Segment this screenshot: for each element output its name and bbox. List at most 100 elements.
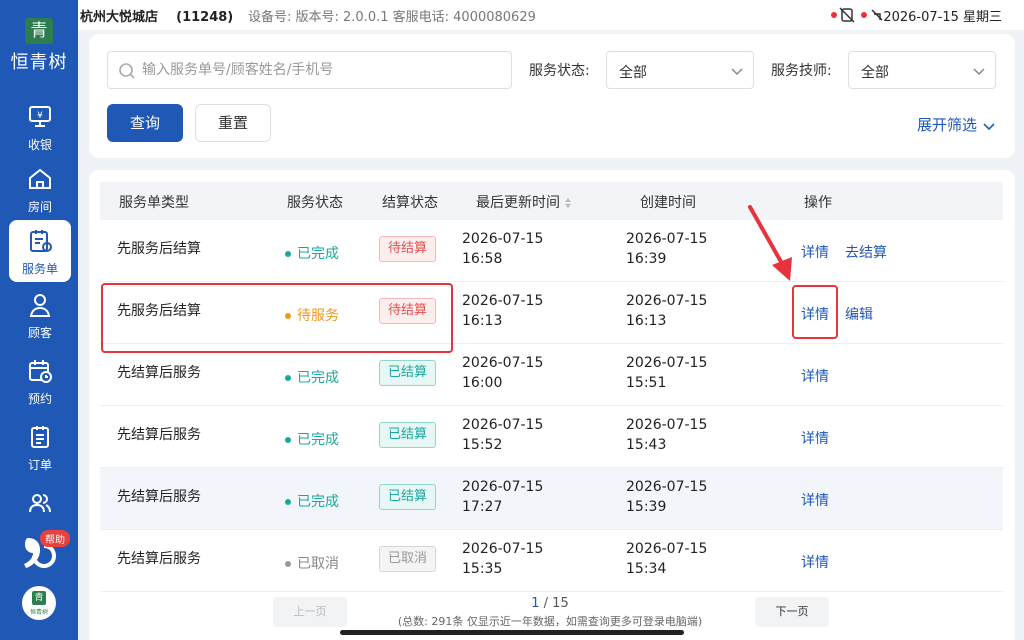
edit-link[interactable]: 编辑 (845, 304, 873, 324)
row-updated-time: 2026-07-15 16:13 (462, 293, 544, 329)
table-row: 先结算后服务 已完成 已结算 2026-07-15 16:00 2026-07-15 15:… (100, 344, 1003, 406)
service-order-icon (30, 230, 52, 252)
avatar-text: 恒青树 (29, 609, 48, 616)
row-type: 先结算后服务 (117, 551, 201, 567)
row-created-time: 2026-07-15 16:39 (626, 231, 708, 267)
search-box[interactable] (107, 51, 512, 89)
row-type: 先结算后服务 (117, 427, 201, 443)
home-indicator (340, 630, 684, 635)
status-dot (285, 561, 291, 567)
header-settle-status: 结算状态 (382, 195, 438, 211)
row-service-status: 已取消 (285, 553, 339, 573)
row-updated-time: 2026-07-15 15:52 (462, 417, 544, 453)
status-dot (285, 437, 291, 443)
detail-link[interactable]: 详情 (801, 428, 829, 448)
chevron-down-icon (973, 68, 985, 76)
brand-logo: 青 恒青树 (0, 0, 78, 90)
store-name: 杭州大悦城店 (11248) (80, 10, 234, 25)
header-service-status: 服务状态 (287, 195, 343, 211)
cash-register-icon: ¥ (29, 106, 51, 127)
highlight-row-box (101, 283, 453, 353)
users-icon (29, 494, 51, 513)
order-list-icon (31, 426, 49, 448)
settle-link[interactable]: 去结算 (845, 242, 887, 262)
filter-panel: 服务状态: 全部 服务技师: 全部 查询 重置 展开筛选 (89, 34, 1015, 158)
svg-text:¥: ¥ (37, 111, 43, 121)
sidebar-item-appointment[interactable]: 预约 (9, 350, 71, 412)
avatar[interactable]: 青 恒青树 (22, 586, 56, 620)
annotation-arrow-icon (748, 205, 792, 281)
row-created-time: 2026-07-15 15:39 (626, 479, 708, 515)
service-status-label: 服务状态: (529, 63, 590, 79)
status-icons (831, 7, 883, 23)
detail-link[interactable]: 详情 (801, 242, 829, 262)
row-created-time: 2026-07-15 15:51 (626, 355, 708, 391)
table-row: 先结算后服务 已取消 已取消 2026-07-15 15:35 2026-07-15 15:… (100, 530, 1003, 592)
current-page: 1 (531, 596, 540, 611)
settle-status-badge: 已结算 (379, 422, 437, 448)
sidebar-item-orders[interactable]: 订单 (9, 416, 71, 478)
chevron-down-icon (983, 122, 995, 130)
row-updated-time: 2026-07-15 16:58 (462, 231, 544, 267)
status-dot (285, 251, 291, 257)
row-type: 先服务后结算 (117, 241, 201, 257)
current-datetime: 2026-07-15 星期三 (883, 10, 1002, 25)
sidebar-item-customer[interactable]: 顾客 (9, 284, 71, 346)
service-status-select[interactable]: 全部 (606, 51, 754, 89)
row-updated-time: 2026-07-15 15:35 (462, 541, 544, 577)
technician-select[interactable]: 全部 (848, 51, 996, 89)
table-row: 先服务后结算 已完成 待结算 2026-07-15 16:58 2026-07-15 16:… (100, 220, 1003, 282)
settle-status-badge: 已结算 (379, 360, 437, 386)
row-service-status: 已完成 (285, 367, 339, 387)
service-order-table: 服务单类型 服务状态 结算状态 最后更新时间 创建时间 操作 先服务后结算 已完成… (89, 170, 1015, 640)
house-icon (29, 168, 51, 189)
store-code: (11248) (176, 10, 234, 25)
row-service-status: 已完成 (285, 491, 339, 511)
sidebar-item-service-order[interactable]: 服务单 (9, 220, 71, 282)
expand-filter-toggle[interactable]: 展开筛选 (917, 114, 995, 135)
highlight-detail-box (792, 285, 838, 339)
pagination-info: 1 / 15 (总数: 291条 仅显示近一年数据，如需查询更多可登录电脑端) (380, 596, 720, 629)
search-icon (119, 63, 135, 79)
row-created-time: 2026-07-15 15:34 (626, 541, 708, 577)
detail-link[interactable]: 详情 (801, 552, 829, 572)
user-icon (29, 294, 51, 317)
sidebar-item-cashier[interactable]: ¥ 收银 (9, 96, 71, 158)
next-page-button[interactable]: 下一页 (755, 597, 829, 627)
sidebar-item-room[interactable]: 房间 (9, 158, 71, 220)
row-type: 先结算后服务 (117, 365, 201, 381)
settle-status-badge: 已取消 (379, 546, 437, 572)
top-status-bar: 杭州大悦城店 (11248) 设备号: 版本号: 2.0.0.1 客服电话: 4… (78, 0, 1024, 30)
search-input[interactable] (142, 52, 502, 88)
total-summary: (总数: 291条 仅显示近一年数据，如需查询更多可登录电脑端) (397, 615, 703, 628)
table-header: 服务单类型 服务状态 结算状态 最后更新时间 创建时间 操作 (100, 182, 1003, 220)
logo-text: 恒青树 (10, 52, 68, 73)
detail-link[interactable]: 详情 (801, 366, 829, 386)
status-dot (285, 499, 291, 505)
settle-status-badge: 已结算 (379, 484, 437, 510)
table-row: 先结算后服务 已完成 已结算 2026-07-15 15:52 2026-07-15 15:… (100, 406, 1003, 468)
logo-mark: 青 (25, 18, 53, 44)
technician-label: 服务技师: (771, 63, 832, 79)
help-badge[interactable]: 帮助 (40, 530, 70, 547)
query-button[interactable]: 查询 (107, 104, 183, 142)
row-updated-time: 2026-07-15 17:27 (462, 479, 544, 515)
table-row: 先结算后服务 已完成 已结算 2026-07-15 17:27 2026-07-15 15:… (100, 468, 1003, 530)
row-type: 先结算后服务 (117, 489, 201, 505)
chevron-down-icon (731, 68, 743, 76)
row-updated-time: 2026-07-15 16:00 (462, 355, 544, 391)
header-created-time: 创建时间 (640, 195, 696, 211)
row-service-status: 已完成 (285, 429, 339, 449)
reset-button[interactable]: 重置 (195, 104, 271, 142)
settle-status-badge: 待结算 (379, 236, 437, 262)
prev-page-button[interactable]: 上一页 (273, 597, 347, 627)
calendar-clock-icon (29, 360, 52, 383)
detail-link[interactable]: 详情 (801, 490, 829, 510)
status-dot (285, 375, 291, 381)
header-updated-time[interactable]: 最后更新时间 (476, 192, 572, 212)
row-service-status: 已完成 (285, 243, 339, 263)
device-info: 设备号: 版本号: 2.0.0.1 客服电话: 4000080629 (248, 10, 536, 25)
avatar-logo-mark: 青 (32, 591, 46, 605)
sidebar-item-staff[interactable] (9, 482, 71, 516)
sort-icon[interactable] (564, 197, 572, 209)
